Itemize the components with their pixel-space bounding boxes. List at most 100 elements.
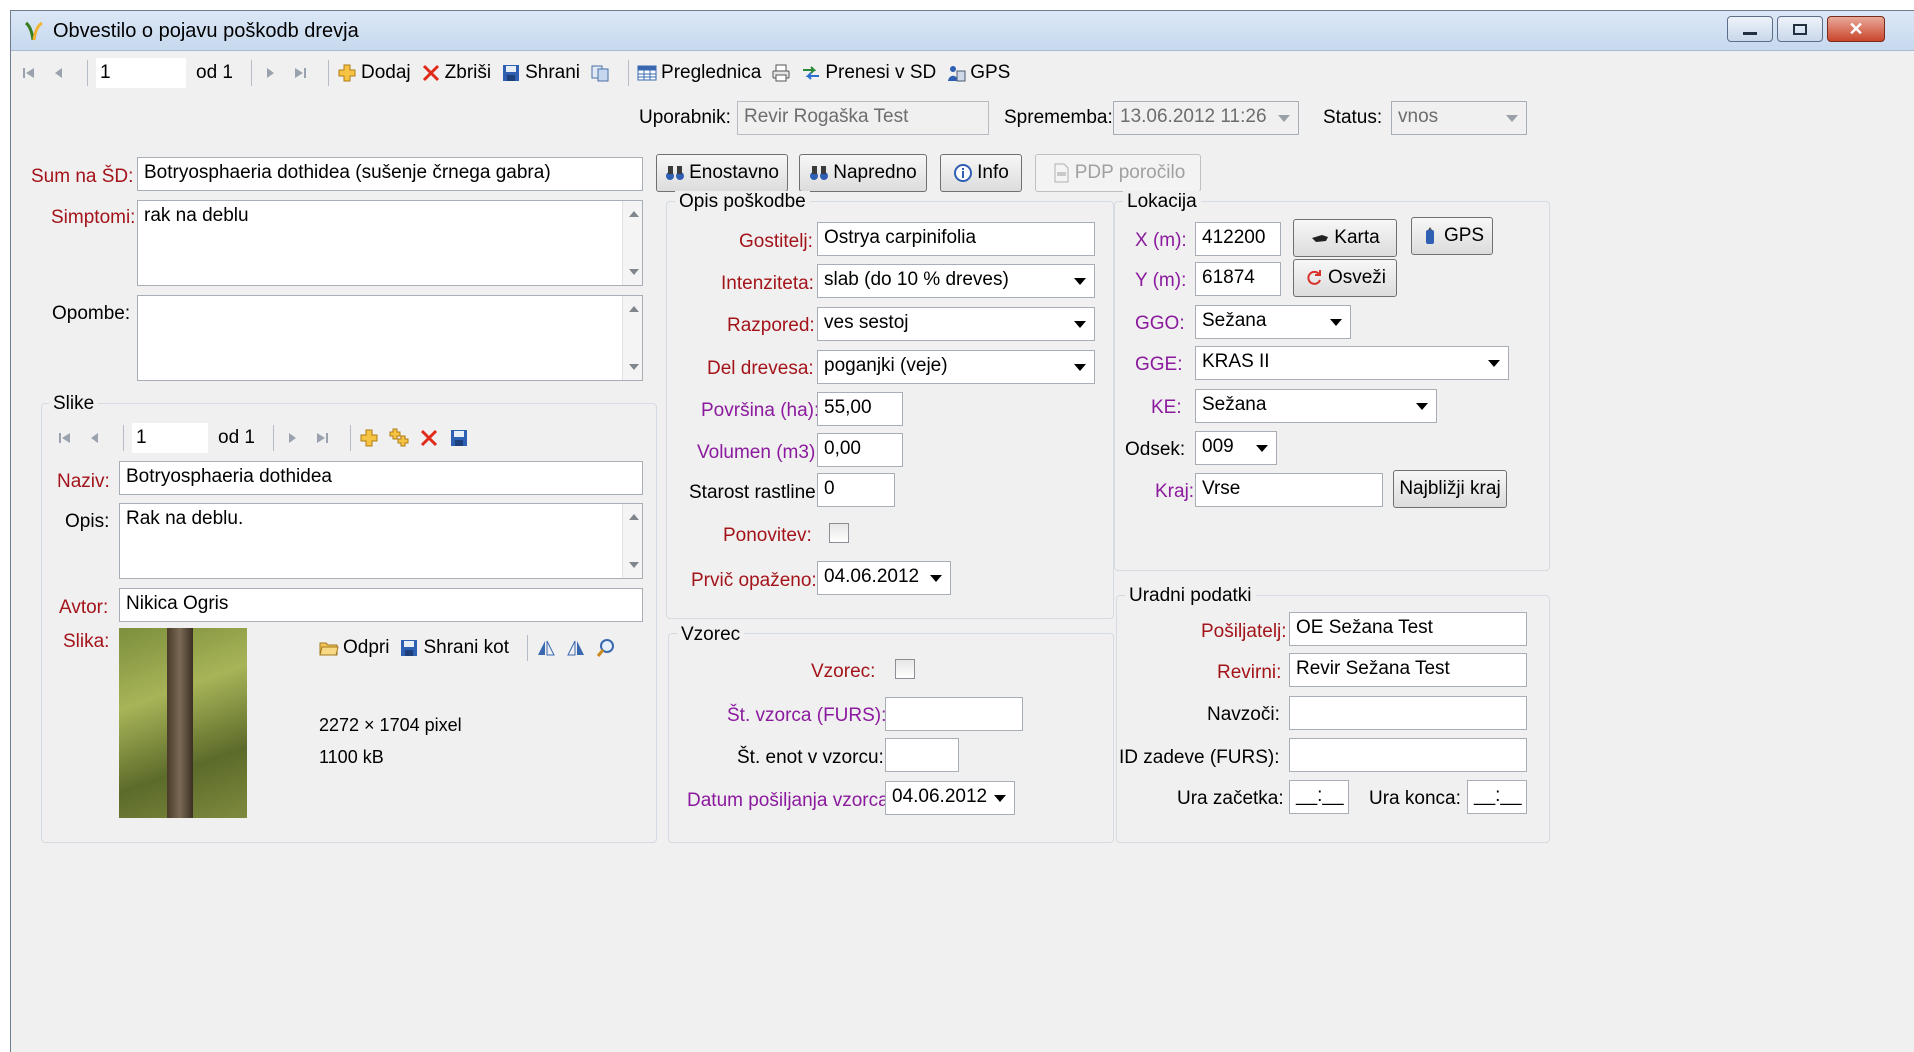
image-description-text: Rak na deblu.: [126, 508, 244, 529]
volume-field[interactable]: 0,00: [817, 433, 903, 467]
image-description-textarea[interactable]: Rak na deblu.: [119, 503, 643, 579]
gge-select[interactable]: KRAS II: [1195, 346, 1509, 380]
case-id-field[interactable]: [1289, 738, 1527, 772]
end-time-field[interactable]: __:__: [1467, 780, 1527, 814]
image-delete-button[interactable]: [419, 428, 439, 448]
simple-search-button[interactable]: Enostavno: [656, 154, 788, 192]
minimize-icon: [1743, 31, 1757, 35]
distribution-select[interactable]: ves sestoj: [817, 307, 1095, 341]
nearest-place-button[interactable]: Najbližji kraj: [1393, 470, 1507, 508]
image-first-button[interactable]: [55, 428, 75, 448]
previous-record-button[interactable]: [49, 63, 69, 83]
image-preview: [119, 628, 247, 818]
record-position-input[interactable]: 1: [96, 58, 186, 88]
image-add-multiple-button[interactable]: [389, 428, 409, 448]
grid-view-button[interactable]: Preglednica: [637, 62, 761, 84]
repeat-checkbox[interactable]: [829, 523, 849, 543]
advanced-search-label: Napredno: [833, 162, 917, 183]
add-plus-icon: [360, 429, 378, 447]
change-date-value: 13.06.2012 11:26: [1120, 106, 1267, 127]
image-save-button[interactable]: [449, 428, 469, 448]
next-record-button[interactable]: [260, 63, 280, 83]
section-select[interactable]: 009: [1195, 431, 1277, 465]
save-label: Shrani: [525, 62, 581, 83]
first-seen-date-picker[interactable]: 04.06.2012: [817, 561, 951, 595]
advanced-search-button[interactable]: Napredno: [799, 154, 927, 192]
close-button[interactable]: ✕: [1827, 16, 1885, 42]
toolbar-separator: [327, 60, 329, 86]
image-last-button[interactable]: [312, 428, 332, 448]
last-record-button[interactable]: [290, 63, 310, 83]
pdf-report-button[interactable]: PDP poročilo: [1035, 154, 1201, 192]
add-button[interactable]: Dodaj: [337, 62, 411, 84]
zoom-button[interactable]: [596, 638, 616, 658]
image-position-input[interactable]: 1: [132, 423, 208, 453]
gps-location-button[interactable]: GPS: [1411, 217, 1493, 255]
symptoms-textarea[interactable]: rak na deblu: [137, 200, 643, 286]
notes-scrollbar[interactable]: [622, 296, 642, 380]
copy-button[interactable]: [590, 63, 610, 83]
start-time-field[interactable]: __:__: [1289, 780, 1349, 814]
notes-textarea[interactable]: [137, 295, 643, 381]
ggo-select[interactable]: Sežana: [1195, 305, 1351, 339]
main-window: Obvestilo o pojavu poškodb drevja ✕ 1 od…: [10, 10, 1914, 1052]
area-field[interactable]: 55,00: [817, 392, 903, 426]
binoculars-icon: [666, 166, 685, 180]
toolbar-separator: [527, 635, 529, 661]
last-record-icon: [294, 68, 306, 78]
maximize-icon: [1793, 23, 1807, 35]
transfer-button[interactable]: Prenesi v SD: [801, 62, 936, 84]
place-field[interactable]: Vrse: [1195, 473, 1383, 507]
x-coordinate-field[interactable]: 412200: [1195, 222, 1281, 256]
toolbar-separator: [628, 60, 630, 86]
toolbar-separator: [123, 425, 124, 451]
image-description-scrollbar[interactable]: [622, 504, 642, 578]
sample-send-date-picker[interactable]: 04.06.2012: [885, 781, 1015, 815]
suspicion-field[interactable]: Botryosphaeria dothidea (sušenje črnega …: [137, 157, 643, 191]
open-image-button[interactable]: Odpri: [319, 637, 389, 659]
binoculars-icon: [810, 166, 829, 180]
image-name-field[interactable]: Botryosphaeria dothidea: [119, 461, 643, 495]
status-select[interactable]: vnos: [1391, 101, 1527, 135]
image-next-button[interactable]: [282, 428, 302, 448]
image-add-button[interactable]: [359, 428, 379, 448]
sample-checkbox[interactable]: [895, 659, 915, 679]
sample-number-label: Št. vzorca (FURS):: [727, 705, 887, 726]
sample-units-field[interactable]: [885, 738, 959, 772]
flip-vertical-button[interactable]: [566, 638, 586, 658]
host-field[interactable]: Ostrya carpinifolia: [817, 222, 1095, 256]
y-coordinate-field[interactable]: 61874: [1195, 262, 1281, 296]
image-previous-button[interactable]: [85, 428, 105, 448]
section-label: Odsek:: [1125, 439, 1186, 460]
chevron-down-icon: [1074, 364, 1086, 371]
open-folder-icon: [319, 642, 339, 656]
title-bar: Obvestilo o pojavu poškodb drevja ✕: [11, 11, 1914, 51]
map-button[interactable]: Karta: [1293, 219, 1397, 257]
save-button[interactable]: Shrani: [501, 62, 580, 84]
first-record-button[interactable]: [19, 63, 39, 83]
maximize-button[interactable]: [1777, 16, 1823, 42]
ke-select[interactable]: Sežana: [1195, 389, 1437, 423]
gps-toolbar-button[interactable]: GPS: [946, 62, 1010, 84]
present-field[interactable]: [1289, 696, 1527, 730]
status-label: Status:: [1323, 107, 1383, 128]
sample-send-date-value: 04.06.2012: [892, 786, 988, 807]
info-button[interactable]: Info: [940, 154, 1022, 192]
district-field[interactable]: Revir Sežana Test: [1289, 653, 1527, 687]
refresh-label: Osveži: [1327, 267, 1387, 288]
save-image-as-button[interactable]: Shrani kot: [399, 637, 509, 659]
print-button[interactable]: [771, 63, 791, 83]
sender-field[interactable]: OE Sežana Test: [1289, 612, 1527, 646]
symptoms-scrollbar[interactable]: [622, 201, 642, 285]
tree-part-select[interactable]: poganjki (veje): [817, 350, 1095, 384]
flip-horizontal-button[interactable]: [536, 638, 556, 658]
delete-button[interactable]: Zbriši: [421, 62, 491, 84]
refresh-arrows-icon: [1307, 270, 1321, 285]
image-author-field[interactable]: Nikica Ogris: [119, 588, 643, 622]
plant-age-field[interactable]: 0: [817, 473, 895, 507]
refresh-button[interactable]: Osveži: [1293, 259, 1397, 297]
sample-number-field[interactable]: [885, 697, 1023, 731]
gps-device-icon: [1425, 227, 1434, 244]
intensity-select[interactable]: slab (do 10 % dreves): [817, 264, 1095, 298]
minimize-button[interactable]: [1727, 16, 1773, 42]
